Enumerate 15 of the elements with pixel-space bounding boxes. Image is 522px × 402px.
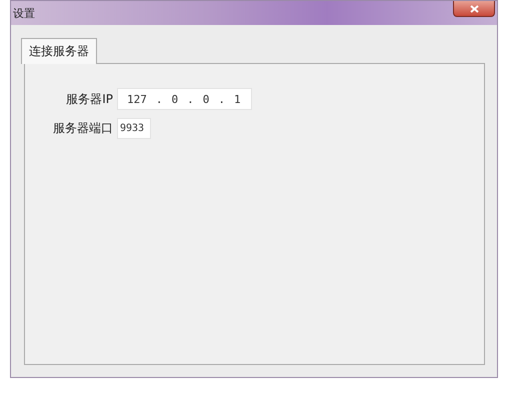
tab[interactable]: 连接服务器	[21, 38, 97, 64]
close-button[interactable]	[453, 1, 495, 17]
field-label: 服务器IP	[65, 90, 113, 108]
octet-separator: .	[156, 92, 162, 106]
close-icon	[470, 4, 478, 12]
ip-octet: 0	[172, 92, 178, 106]
octet-separator: .	[218, 92, 225, 106]
ip-octet: 127	[127, 92, 147, 106]
ip-octet: 0	[202, 92, 210, 106]
field-label: 服务器端口	[53, 120, 113, 137]
window-title: 设置	[12, 6, 35, 21]
port-field[interactable]: 9933	[117, 118, 151, 139]
ip-address-field[interactable]: 127 . 0 . 0 . 1	[117, 88, 252, 110]
ip-octet: 1	[234, 92, 241, 106]
octet-separator: .	[187, 92, 194, 106]
